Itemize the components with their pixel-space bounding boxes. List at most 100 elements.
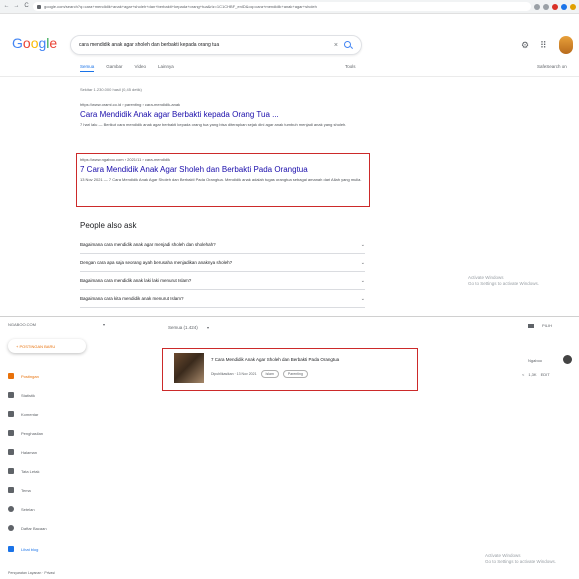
new-post-label: + POSTINGAN BARU	[16, 343, 56, 349]
sidebar-item-reading-list[interactable]: Daftar Bacaan	[8, 521, 108, 535]
safesearch-button[interactable]: SafeSearch on	[537, 64, 567, 69]
google-header: Google cara mendidik anak agar sholeh da…	[0, 30, 579, 60]
profile-icon[interactable]	[570, 3, 576, 10]
share-icon[interactable]	[534, 3, 540, 10]
logo-letter: o	[22, 35, 31, 51]
paa-question[interactable]: Bagaimana cara mendidik anak agar menjad…	[80, 236, 365, 254]
address-bar[interactable]: google.com/search?q=cara+mendidik+anak+a…	[33, 2, 531, 11]
sidebar-item-label: Tema	[21, 487, 31, 493]
sidebar-item-comments[interactable]: Komentar	[8, 407, 108, 421]
result-snippet: 7 hari lalu — Berikut cara mendidik anak…	[80, 122, 347, 127]
tab-videos[interactable]: Video	[135, 64, 146, 72]
paa-question[interactable]: Bagaimana cara mendidik anak laki laki m…	[80, 272, 365, 290]
sidebar-item-layout[interactable]: Tata Letak	[8, 464, 108, 478]
reload-button[interactable]: C	[23, 3, 30, 10]
activation-watermark: Activate Windows Go to Settings to activ…	[485, 553, 556, 565]
sidebar-item-stats[interactable]: Statistik	[8, 388, 108, 402]
share-icon[interactable]: <	[522, 372, 524, 377]
sidebar-item-label: Daftar Bacaan	[21, 525, 47, 531]
lock-icon	[37, 4, 41, 9]
browser-toolbar: ← → C google.com/search?q=cara+mendidik+…	[0, 0, 579, 14]
logo-letter: e	[49, 35, 58, 51]
paa-question-text: Dengan cara apa saja seorang ayah berusa…	[80, 260, 233, 265]
logo-letter: G	[12, 35, 23, 51]
activation-watermark: Activate Windows Go to Settings to activ…	[468, 275, 539, 287]
watermark-subtitle: Go to Settings to activate Windows.	[468, 281, 540, 286]
divider	[0, 76, 579, 77]
settings-icon	[8, 506, 14, 512]
post-author: Ngaboo	[528, 358, 543, 363]
paa-question[interactable]: Bagaimana cara kita mendidik anak menuru…	[80, 290, 365, 308]
result-snippet: 13 Nov 2021 — 7 Cara Mendidik Anak Agar …	[80, 177, 362, 182]
post-status: Dipublikasikan · 13 Nov 2021	[211, 372, 257, 376]
post-thumbnail[interactable]	[174, 353, 204, 383]
post-label-chip[interactable]: Islam	[260, 370, 279, 378]
search-result: https://www.orami.co.id › parenting › ca…	[80, 102, 370, 128]
people-also-ask-heading: People also ask	[80, 221, 137, 230]
reading-list-icon	[8, 525, 14, 531]
avatar[interactable]	[559, 36, 573, 54]
sidebar-item-label: Statistik	[21, 392, 36, 398]
posts-icon	[8, 373, 14, 379]
view-blog-icon	[8, 546, 14, 552]
blog-name[interactable]: NGABOO.COM	[8, 322, 36, 327]
google-logo[interactable]: Google	[12, 35, 57, 51]
address-text: google.com/search?q=cara+mendidik+anak+a…	[44, 4, 317, 9]
search-result: https://www.ngaboo.com › 2021/11 › cara-…	[80, 157, 370, 183]
post-label-chip[interactable]: Parenting	[282, 370, 308, 378]
sidebar-item-label: Halaman	[21, 449, 38, 455]
chevron-down-icon[interactable]: ▾	[207, 325, 209, 330]
clear-icon[interactable]: ×	[334, 42, 338, 49]
paa-question-text: Bagaimana cara mendidik anak agar menjad…	[80, 242, 216, 247]
result-title[interactable]: Cara Mendidik Anak agar Berbakti kepada …	[80, 110, 370, 119]
sidebar-item-pages[interactable]: Halaman	[8, 445, 108, 459]
paa-question-text: Bagaimana cara kita mendidik anak menuru…	[80, 296, 184, 301]
search-icon[interactable]	[344, 40, 353, 50]
sidebar-item-earnings[interactable]: Penghasilan	[8, 426, 108, 440]
footer-links[interactable]: Persyaratan Layanan · Privasi	[8, 571, 55, 575]
apps-icon[interactable]: ⠿	[540, 40, 547, 51]
forward-button[interactable]: →	[13, 3, 20, 10]
sidebar-item-view-blog[interactable]: Lihat blog	[8, 542, 108, 556]
back-button[interactable]: ←	[3, 3, 10, 10]
result-title[interactable]: 7 Cara Mendidik Anak Agar Sholeh dan Ber…	[80, 165, 370, 174]
tab-all[interactable]: Semua	[80, 64, 95, 72]
tab-more[interactable]: Lainnya	[158, 64, 174, 72]
chevron-down-icon: ⌄	[360, 259, 365, 266]
sidebar-item-theme[interactable]: Tema	[8, 483, 108, 497]
toolbar-actions: PILIH	[528, 323, 552, 328]
logo-letter: g	[38, 35, 47, 51]
avatar	[563, 355, 572, 364]
new-post-button[interactable]: + POSTINGAN BARU	[8, 339, 86, 353]
view-toggle-icon[interactable]	[528, 323, 534, 328]
result-stats: Sekitar 1.230.000 hasil (0,45 detik)	[80, 87, 142, 92]
sidebar-item-label: Tata Letak	[21, 468, 40, 474]
post-title[interactable]: 7 Cara Mendidik Anak Agar Sholeh dan Ber…	[211, 357, 339, 362]
search-input[interactable]: cara mendidik anak agar sholeh dan berba…	[79, 42, 334, 48]
result-url[interactable]: https://www.ngaboo.com › 2021/11 › cara-…	[80, 157, 370, 162]
result-url[interactable]: https://www.orami.co.id › parenting › ca…	[80, 102, 370, 107]
search-tabs: Semua Gambar Video Lainnya	[80, 64, 174, 72]
sidebar-item-posts[interactable]: Postingan	[8, 369, 108, 383]
settings-icon[interactable]: ⚙	[521, 40, 529, 51]
post-meta: Dipublikasikan · 13 Nov 2021 Islam Paren…	[211, 370, 308, 378]
tab-images[interactable]: Gambar	[106, 64, 122, 72]
select-button[interactable]: PILIH	[542, 323, 552, 328]
tools-button[interactable]: Tools	[345, 64, 356, 69]
extension-icon[interactable]	[552, 3, 558, 10]
edit-button[interactable]: EDIT	[541, 372, 550, 377]
watermark-subtitle: Go to Settings to activate Windows.	[485, 559, 557, 564]
sidebar-item-settings[interactable]: Setelan	[8, 502, 108, 516]
chevron-down-icon: ⌄	[360, 277, 365, 284]
chevron-down-icon: ⌄	[360, 241, 365, 248]
sidebar-item-label: Setelan	[21, 506, 35, 512]
paa-question[interactable]: Dengan cara apa saja seorang ayah berusa…	[80, 254, 365, 272]
theme-icon	[8, 487, 14, 493]
search-box[interactable]: cara mendidik anak agar sholeh dan berba…	[70, 35, 362, 55]
sidebar-item-label: Penghasilan	[21, 430, 44, 436]
extension-icon[interactable]	[561, 3, 567, 10]
chevron-down-icon[interactable]: ▾	[103, 322, 105, 327]
stats-icon	[8, 392, 14, 398]
posts-filter[interactable]: Semua (1.424)	[168, 325, 198, 330]
star-icon[interactable]	[543, 3, 549, 10]
